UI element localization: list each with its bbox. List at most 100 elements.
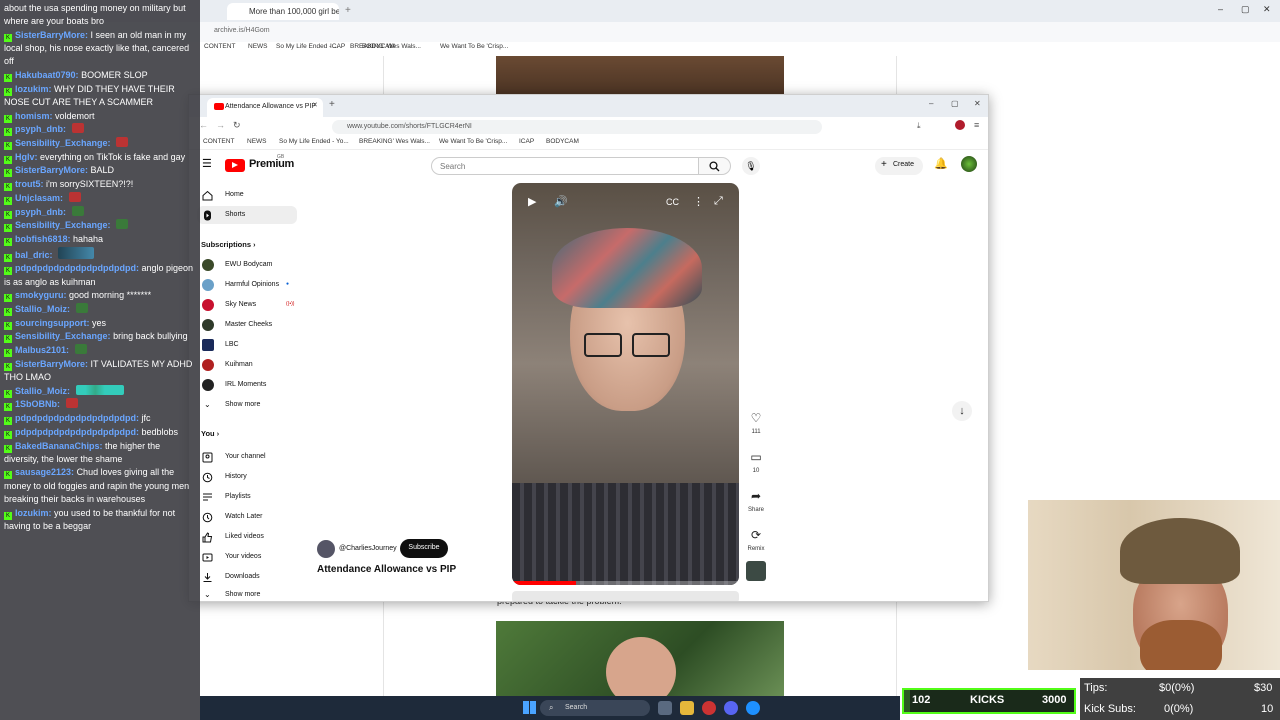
chat-username[interactable]: pdpdpdpdpdpdpdpdpdpdpd: xyxy=(15,263,139,273)
extension-icon[interactable] xyxy=(955,120,965,130)
chat-username[interactable]: lozukim: xyxy=(15,84,52,94)
bookmark[interactable]: BREAKING' Wes Wals... xyxy=(359,138,430,145)
bookmark[interactable]: So My Life Ended - Yo... xyxy=(279,138,349,145)
sidebar-item-your-channel[interactable]: Your channel xyxy=(189,448,299,466)
search-button[interactable] xyxy=(699,157,731,175)
close-icon[interactable]: ✕ xyxy=(974,99,981,108)
sidebar-item-watch-later[interactable]: Watch Later xyxy=(189,508,299,526)
short-video-player[interactable]: ▶ 🔊 CC ⋮ ⤢ xyxy=(512,183,739,585)
avatar[interactable] xyxy=(961,156,977,172)
create-button[interactable]: + Create xyxy=(875,157,923,175)
bookmark[interactable]: ICAP xyxy=(519,138,534,145)
maximize-icon[interactable]: ▢ xyxy=(1241,4,1250,15)
short-title[interactable]: Attendance Allowance vs PIP xyxy=(317,564,456,575)
subscription-item[interactable]: Kuihman xyxy=(189,356,299,374)
tab-active[interactable]: Attendance Allowance vs PIP xyxy=(207,98,323,117)
hamburger-menu-icon[interactable]: ☰ xyxy=(202,157,212,170)
comments-button[interactable]: ▭ 10 xyxy=(745,446,767,474)
chat-username[interactable]: 1SbOBNb: xyxy=(15,399,60,409)
new-tab-icon[interactable]: + xyxy=(345,5,351,16)
chat-username[interactable]: BakedBananaChips: xyxy=(15,441,103,451)
you-heading[interactable]: You › xyxy=(201,429,219,438)
sidebar-item-show-more[interactable]: ⌄ Show more xyxy=(189,586,299,601)
menu-icon[interactable]: ≡ xyxy=(974,120,979,130)
chat-username[interactable]: Sensibility_Exchange: xyxy=(15,138,111,148)
chat-username[interactable]: Unjclasam: xyxy=(15,193,63,203)
bookmark[interactable]: ICAP xyxy=(330,43,345,50)
new-tab-icon[interactable]: + xyxy=(329,99,335,110)
sidebar-item-liked-videos[interactable]: Liked videos xyxy=(189,528,299,546)
play-icon[interactable]: ▶ xyxy=(528,195,536,208)
chat-username[interactable]: bobfish6818: xyxy=(15,234,71,244)
chat-username[interactable]: SisterBarryMore: xyxy=(15,30,88,40)
background-tab-active[interactable]: More than 100,000 girl benefit xyxy=(227,3,339,20)
youtube-logo-text[interactable]: Premium xyxy=(249,158,294,170)
chat-username[interactable]: Stallio_Moiz: xyxy=(15,304,70,314)
discord-icon[interactable] xyxy=(724,701,738,715)
subscription-item[interactable]: Sky News ((•)) xyxy=(189,296,299,314)
bookmark[interactable]: NEWS xyxy=(248,43,268,50)
chat-username[interactable]: pdpdpdpdpdpdpdpdpdpdpd: xyxy=(15,427,139,437)
taskbar-search[interactable]: ⌕ Search xyxy=(540,700,650,716)
start-icon[interactable] xyxy=(523,701,536,714)
remix-button[interactable]: ⟳ Remix xyxy=(745,524,767,552)
show-more-subscriptions[interactable]: ⌄ Show more xyxy=(189,396,299,414)
chat-username[interactable]: bal_dric: xyxy=(15,250,53,260)
minimize-icon[interactable]: – xyxy=(929,99,933,108)
bookmark[interactable]: BODYCAM xyxy=(362,43,395,50)
subscription-item[interactable]: EWU Bodycam xyxy=(189,256,299,274)
bookmark[interactable]: We Want To Be 'Crisp... xyxy=(439,138,507,145)
browser-icon[interactable] xyxy=(702,701,716,715)
sidebar-item-history[interactable]: History xyxy=(189,468,299,486)
bookmark[interactable]: BODYCAM xyxy=(546,138,579,145)
sidebar-item-your-videos[interactable]: Your videos xyxy=(189,548,299,566)
sound-thumbnail[interactable] xyxy=(746,561,766,581)
channel-avatar[interactable] xyxy=(317,540,335,558)
bookmark[interactable]: NEWS xyxy=(247,138,267,145)
close-tab-icon[interactable]: ✕ xyxy=(312,101,318,109)
subscription-item[interactable]: IRL Moments xyxy=(189,376,299,394)
close-icon[interactable]: ✕ xyxy=(1263,4,1271,15)
channel-handle[interactable]: @CharliesJourney xyxy=(339,545,397,552)
back-icon[interactable]: ← xyxy=(199,120,208,130)
sidebar-item-playlists[interactable]: Playlists xyxy=(189,488,299,506)
bookmark[interactable]: CONTENT xyxy=(204,43,235,50)
subscription-item[interactable]: Harmful Opinions ● xyxy=(189,276,299,294)
chat-username[interactable]: lozukim: xyxy=(15,508,52,518)
file-explorer-icon[interactable] xyxy=(680,701,694,715)
chat-username[interactable]: Sensibility_Exchange: xyxy=(15,331,111,341)
video-progress-bar[interactable] xyxy=(512,581,739,585)
share-button[interactable]: ➦ Share xyxy=(745,485,767,513)
chat-username[interactable]: psyph_dnb: xyxy=(15,207,66,217)
background-url[interactable]: archive.is/H4Gom xyxy=(214,27,270,34)
chat-username[interactable]: sourcingsupport: xyxy=(15,318,90,328)
more-options-icon[interactable]: ⋮ xyxy=(693,195,704,208)
bookmark[interactable]: We Want To Be 'Crisp... xyxy=(440,43,508,50)
minimize-icon[interactable]: – xyxy=(1218,4,1223,14)
search-input[interactable]: Search xyxy=(431,157,699,175)
task-view-icon[interactable] xyxy=(658,701,672,715)
reload-icon[interactable]: ↻ xyxy=(233,120,241,131)
chat-username[interactable]: Sensibility_Exchange: xyxy=(15,220,111,230)
chat-username[interactable]: smokyguru: xyxy=(15,290,67,300)
chat-username[interactable]: homism: xyxy=(15,111,53,121)
volume-icon[interactable]: 🔊 xyxy=(554,195,568,208)
subscription-item[interactable]: Master Cheeks xyxy=(189,316,299,334)
notifications-bell-icon[interactable]: 🔔 xyxy=(934,157,948,170)
bookmark[interactable]: CONTENT xyxy=(203,138,234,145)
chat-username[interactable]: Hakubaat0790: xyxy=(15,70,79,80)
fullscreen-icon[interactable]: ⤢ xyxy=(714,195,723,208)
chat-username[interactable]: Stallio_Moiz: xyxy=(15,386,70,396)
chat-username[interactable]: psyph_dnb: xyxy=(15,124,66,134)
captions-icon[interactable]: CC xyxy=(666,197,679,207)
chat-username[interactable]: sausage2123: xyxy=(15,467,74,477)
next-short-arrow-icon[interactable]: ↓ xyxy=(952,401,972,421)
youtube-logo-icon[interactable] xyxy=(225,159,245,172)
chat-username[interactable]: SisterBarryMore: xyxy=(15,359,88,369)
forward-icon[interactable]: → xyxy=(216,120,225,130)
sidebar-item-shorts[interactable]: Shorts xyxy=(197,206,297,224)
chat-username[interactable]: Malbus2101: xyxy=(15,345,69,355)
subscription-item[interactable]: LBC xyxy=(189,336,299,354)
edge-icon[interactable] xyxy=(746,701,760,715)
maximize-icon[interactable]: ▢ xyxy=(951,99,959,108)
